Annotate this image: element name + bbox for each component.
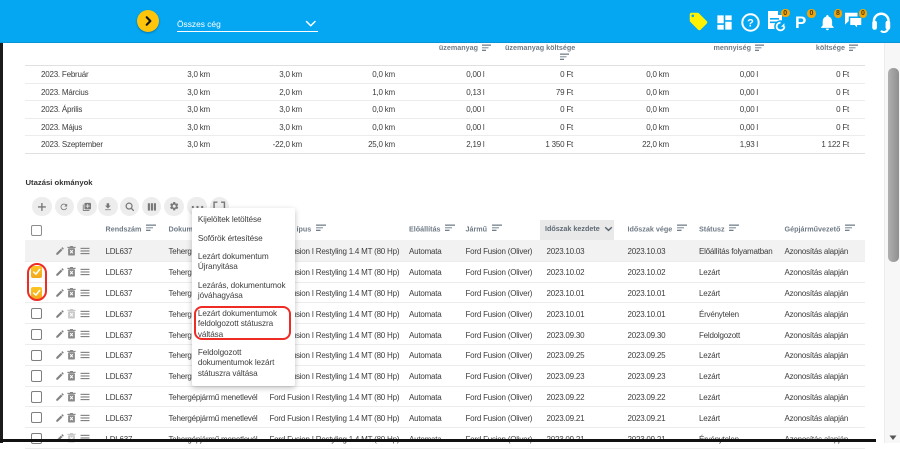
svg-text:?: ? bbox=[747, 17, 754, 29]
